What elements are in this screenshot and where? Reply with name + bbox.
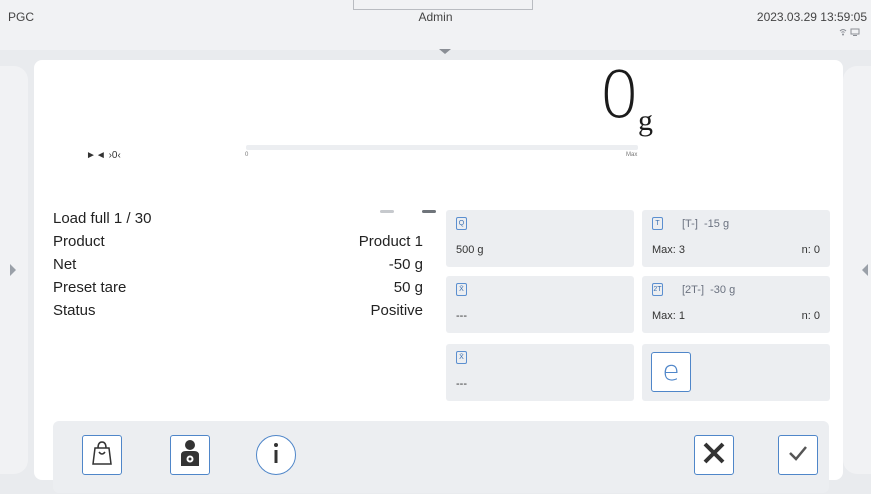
info-label: Product — [53, 233, 105, 250]
info-value: 50 g — [393, 279, 423, 296]
t-minus-max: Max: 3 — [652, 244, 686, 256]
average-limit-tile[interactable]: X̄ --- — [446, 344, 634, 401]
product-button[interactable] — [82, 435, 122, 475]
info-row: Status Positive — [53, 299, 423, 322]
t2-minus-tile[interactable]: 2T [2T-] -30 g Max: 1 n: 0 — [642, 276, 830, 333]
t2-minus-label: [2T-] -30 g — [682, 284, 736, 296]
bottom-toolbar — [53, 421, 829, 493]
t2-minus-count: n: 0 — [801, 310, 820, 322]
info-icon — [270, 441, 282, 470]
weight-value: 0 — [599, 59, 640, 133]
page-dot-active[interactable] — [422, 210, 436, 213]
t-minus-label: [T-] -15 g — [682, 218, 730, 230]
confirm-icon — [788, 445, 808, 466]
load-bar-max: Max — [626, 152, 638, 158]
info-label: Net — [53, 256, 77, 273]
t-minus-icon: T — [652, 217, 663, 230]
operator-button[interactable] — [170, 435, 210, 475]
info-value: Product 1 — [358, 233, 423, 250]
average-limit-value: --- — [456, 378, 467, 390]
t2-minus-max: Max: 1 — [652, 310, 686, 322]
average-icon: X̄ — [456, 283, 467, 296]
user-tab[interactable] — [353, 0, 533, 10]
t-minus-count: n: 0 — [801, 244, 820, 256]
average-limit-icon: X̄ — [456, 351, 467, 364]
info-row: Load full 1 / 30 — [53, 207, 423, 230]
info-row: Product Product 1 — [53, 230, 423, 253]
status-bar: PGC Admin 2023.03.29 13:59:05 — [0, 0, 871, 50]
main-panel: 0 g ►◄ ›0‹ 0 Max Load full 1 / 30 Produc… — [34, 59, 843, 493]
datetime: 2023.03.29 13:59:05 — [756, 10, 867, 24]
e-mark-icon: e — [651, 352, 691, 392]
weight-unit[interactable]: g — [638, 106, 653, 136]
expand-right-icon[interactable] — [10, 264, 16, 276]
cancel-button[interactable] — [694, 435, 734, 475]
info-label: Status — [53, 302, 96, 319]
quantity-icon: Q — [456, 217, 467, 230]
info-label: Preset tare — [53, 279, 127, 296]
wifi-icon — [839, 28, 861, 40]
pull-down-icon[interactable] — [439, 49, 451, 54]
load-bar — [246, 145, 638, 150]
info-list: Load full 1 / 30 Product Product 1 Net -… — [53, 207, 423, 322]
info-row: Preset tare 50 g — [53, 276, 423, 299]
info-value: -50 g — [388, 256, 423, 273]
average-tile[interactable]: X̄ --- — [446, 276, 634, 333]
info-button[interactable] — [256, 435, 296, 475]
t2-minus-icon: 2T — [652, 283, 663, 296]
info-value: Positive — [370, 302, 423, 319]
e-mark-tile[interactable]: e — [642, 344, 830, 401]
bag-icon — [90, 440, 114, 471]
quantity-value: 500 g — [456, 244, 484, 256]
confirm-button[interactable] — [778, 435, 818, 475]
operator-icon — [178, 439, 202, 472]
info-row: Net -50 g — [53, 253, 423, 276]
t-minus-tile[interactable]: T [T-] -15 g Max: 3 n: 0 — [642, 210, 830, 267]
stability-zero-indicators: ►◄ ›0‹ — [86, 150, 121, 161]
cancel-icon — [702, 441, 726, 470]
average-value: --- — [456, 310, 467, 322]
expand-left-icon[interactable] — [862, 264, 868, 276]
user-name[interactable]: Admin — [0, 10, 871, 24]
info-label: Load full 1 / 30 — [53, 210, 152, 227]
quantity-tile[interactable]: Q 500 g — [446, 210, 634, 267]
load-bar-min: 0 — [245, 152, 249, 158]
